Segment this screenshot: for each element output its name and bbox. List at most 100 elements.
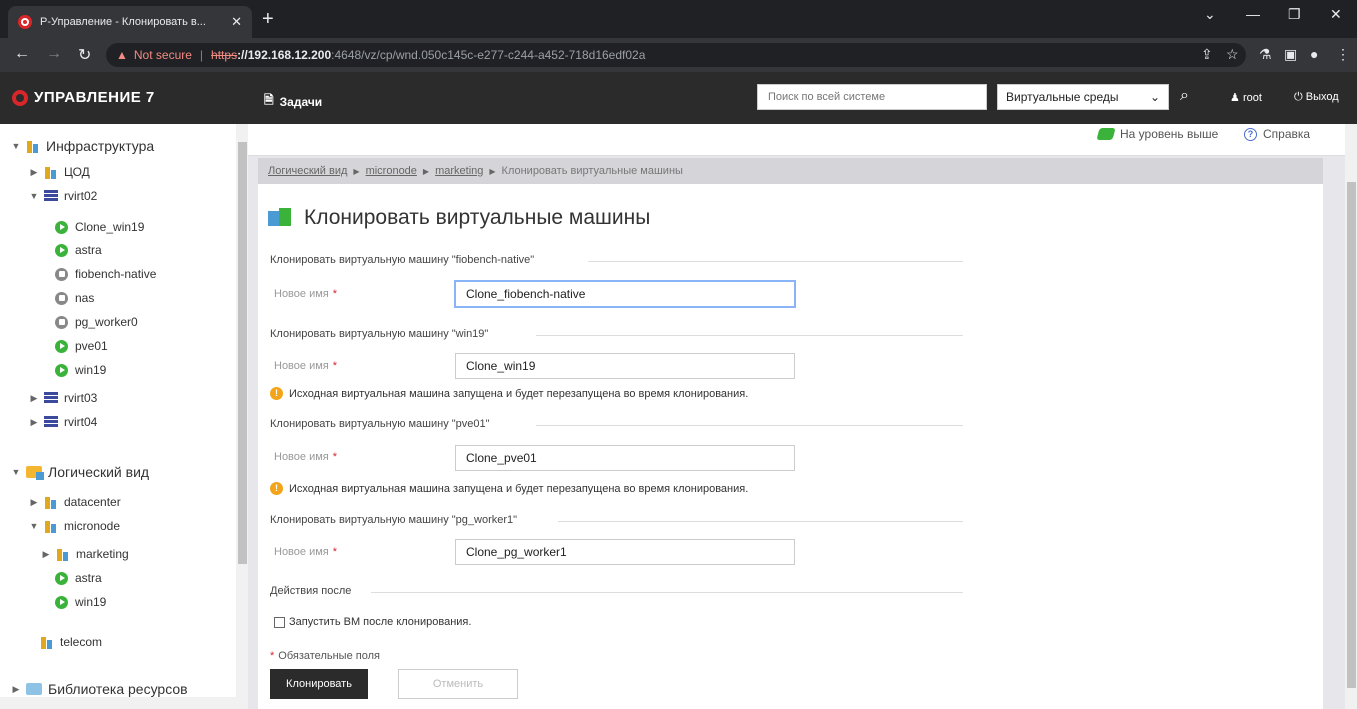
folder-icon	[26, 466, 44, 480]
logout-link[interactable]: ⏻ Выход	[1294, 91, 1339, 104]
restore-icon[interactable]: ❐	[1288, 6, 1301, 23]
breadcrumb-arrow-icon: ▶	[422, 166, 430, 176]
new-name-input-win19[interactable]	[455, 353, 795, 379]
tab-close-icon[interactable]: ✕	[231, 14, 242, 30]
section-label: Клонировать виртуальную машину "pg_worke…	[270, 514, 518, 526]
tree-node-vm[interactable]: pg_worker0	[55, 315, 138, 329]
start-vm-checkbox[interactable]	[274, 616, 285, 628]
lab-flask-icon[interactable]: ⚗	[1259, 46, 1272, 63]
address-bar: ← → ↻ ▲ Not secure | https ://192.168.12…	[0, 38, 1357, 72]
tree-node-rvirt03[interactable]: ▶ rvirt03	[28, 391, 98, 405]
url-field[interactable]: ▲ Not secure | https ://192.168.12.200 :…	[106, 43, 1246, 67]
clone-form: Клонировать виртуальные машины Клонирова…	[258, 184, 1323, 709]
collapse-arrow-icon[interactable]: ▼	[28, 521, 40, 531]
expand-arrow-icon[interactable]: ▶	[28, 497, 40, 508]
collapse-arrow-icon[interactable]: ▼	[28, 191, 40, 201]
tree-node-vm[interactable]: Clone_win19	[55, 220, 144, 234]
tree-node-vm[interactable]: astra	[55, 571, 102, 585]
collapse-arrow-icon[interactable]: ▼	[10, 467, 22, 477]
tree-node-micronode[interactable]: ▼ micronode	[28, 519, 120, 533]
server-icon	[44, 392, 58, 404]
tree-node-logical-view[interactable]: ▼ Логический вид	[10, 464, 149, 480]
side-panel-icon[interactable]: ▣	[1284, 46, 1297, 63]
new-name-input-pve01[interactable]	[455, 445, 795, 471]
reload-icon[interactable]: ↻	[78, 45, 91, 65]
tasks-link[interactable]: 🗎 Задачи	[264, 91, 322, 112]
expand-arrow-icon[interactable]: ▶	[28, 393, 40, 404]
new-name-input-fiobench[interactable]	[455, 281, 795, 307]
page-title: Клонировать виртуальные машины	[268, 206, 650, 230]
clone-button[interactable]: Клонировать	[270, 669, 368, 699]
sidebar-scroll-thumb[interactable]	[238, 142, 247, 564]
app-logo[interactable]: УПРАВЛЕНИЕ 7	[12, 89, 155, 106]
environment-select[interactable]: Виртуальные среды ⌄	[997, 84, 1169, 110]
server-icon	[44, 416, 58, 428]
cancel-button[interactable]: Отменить	[398, 669, 518, 699]
share-icon[interactable]: ⇪	[1201, 46, 1213, 63]
section-label: Клонировать виртуальную машину "pve01"	[270, 418, 490, 430]
sidebar-horizontal-scrollbar[interactable]	[0, 697, 236, 709]
expand-arrow-icon[interactable]: ▶	[10, 684, 22, 695]
tree-node-vm[interactable]: pve01	[55, 339, 108, 353]
logo-text: УПРАВЛЕНИЕ 7	[34, 89, 155, 106]
tab-search-icon[interactable]: ⌄	[1204, 6, 1216, 23]
up-level-link[interactable]: На уровень выше	[1096, 127, 1218, 141]
tree-node-telecom[interactable]: telecom	[40, 635, 102, 649]
breadcrumb-arrow-icon: ▶	[489, 166, 496, 176]
datacenter-icon	[44, 495, 58, 509]
logout-label: Выход	[1305, 91, 1339, 103]
user-menu[interactable]: ♟ root	[1230, 91, 1262, 104]
minimize-icon[interactable]: —	[1246, 6, 1260, 22]
expand-arrow-icon[interactable]: ▶	[28, 417, 40, 428]
breadcrumb-micronode[interactable]: micronode	[366, 165, 417, 177]
datacenter-icon	[44, 519, 58, 533]
breadcrumb-arrow-icon: ▶	[353, 166, 360, 176]
menu-dots-icon[interactable]: ⋮	[1336, 46, 1350, 63]
help-link[interactable]: ? Справка	[1244, 127, 1310, 141]
bookmark-star-icon[interactable]: ☆	[1226, 46, 1239, 63]
tab-title: Р-Управление - Клонировать в...	[40, 16, 206, 28]
tree-node-vm[interactable]: win19	[55, 595, 106, 609]
tree-node-tsod[interactable]: ▶ ЦОД	[28, 165, 90, 179]
breadcrumb-logical-view[interactable]: Логический вид	[268, 165, 347, 177]
new-tab-icon[interactable]: +	[262, 8, 274, 30]
tree-node-datacenter[interactable]: ▶ datacenter	[28, 495, 121, 509]
back-icon[interactable]: ←	[14, 45, 30, 63]
after-actions-label: Действия после	[270, 585, 352, 597]
tree-node-vm[interactable]: astra	[55, 243, 102, 257]
collapse-arrow-icon[interactable]: ▼	[10, 141, 22, 151]
breadcrumb-marketing[interactable]: marketing	[435, 165, 483, 177]
new-name-input-pg-worker1[interactable]	[455, 539, 795, 565]
tree-node-vm[interactable]: win19	[55, 363, 106, 377]
forward-icon[interactable]: →	[46, 45, 62, 63]
datacenter-icon	[44, 165, 58, 179]
tree-node-marketing[interactable]: ▶ marketing	[40, 547, 129, 561]
section-divider	[371, 592, 963, 593]
vm-stopped-icon	[55, 291, 68, 305]
global-search-input[interactable]	[757, 84, 987, 110]
datacenter-icon	[26, 139, 40, 153]
tree-node-rvirt04[interactable]: ▶ rvirt04	[28, 415, 98, 429]
tree-node-infrastructure[interactable]: ▼ Инфраструктура	[10, 138, 155, 154]
browser-tab[interactable]: Р-Управление - Клонировать в... ✕	[8, 6, 252, 38]
expand-arrow-icon[interactable]: ▶	[28, 167, 40, 178]
profile-icon[interactable]: ●	[1310, 46, 1318, 62]
window-close-icon[interactable]: ✕	[1330, 6, 1342, 23]
section-divider	[536, 425, 963, 426]
url-host: ://192.168.12.200	[237, 48, 332, 62]
environment-select-value: Виртуальные среды	[1006, 90, 1119, 104]
action-topbar: На уровень выше ? Справка	[248, 124, 1345, 156]
tree-node-vm[interactable]: nas	[55, 291, 94, 305]
tree-node-library[interactable]: ▶ Библиотека ресурсов	[10, 681, 188, 697]
vm-stopped-icon	[55, 267, 68, 281]
expand-arrow-icon[interactable]: ▶	[40, 549, 52, 560]
start-vm-option[interactable]: Запустить ВМ после клонирования.	[274, 616, 471, 628]
vm-running-icon	[55, 243, 68, 257]
tree-node-vm[interactable]: fiobench-native	[55, 267, 156, 281]
main-scroll-thumb[interactable]	[1347, 182, 1356, 688]
vm-running-icon	[55, 571, 68, 585]
new-name-label: Новое имя *	[274, 360, 338, 372]
restart-warning: ! Исходная виртуальная машина запущена и…	[270, 482, 748, 495]
search-icon[interactable]: ⌕	[1180, 87, 1189, 105]
tree-node-rvirt02[interactable]: ▼ rvirt02	[28, 189, 98, 203]
